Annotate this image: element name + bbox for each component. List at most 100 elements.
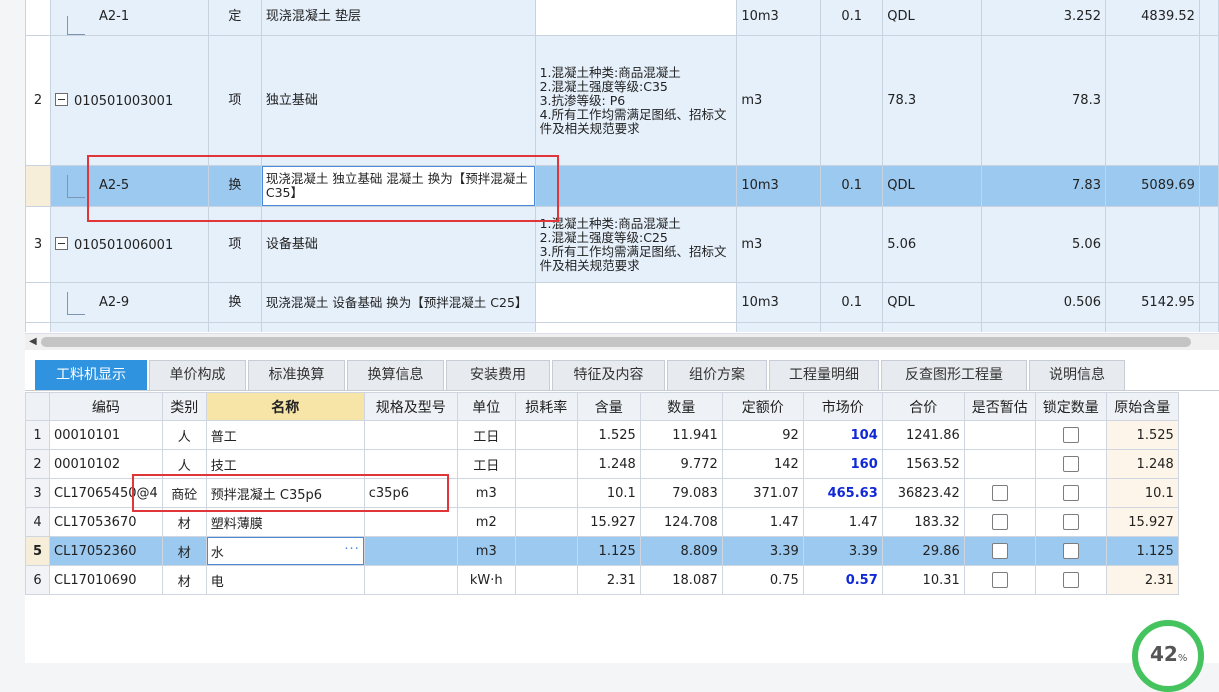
name-cell[interactable]: 现浇混凝土 垫层: [260, 0, 536, 36]
unit-cell[interactable]: m3: [456, 478, 516, 508]
qty-cell[interactable]: 8.809: [639, 536, 723, 566]
tab-pricing-plan[interactable]: 组价方案: [667, 360, 767, 390]
qty-cell[interactable]: 11.941: [639, 420, 723, 450]
bill-row[interactable]: 2 010501003001 项 独立基础 1.混凝土种类:商品混凝土 2.混凝…: [25, 35, 1219, 166]
feature-cell[interactable]: [534, 165, 738, 207]
bill-row[interactable]: A2-1 定 现浇混凝土 垫层 10m3 0.1 QDL 3.252 4839.…: [25, 0, 1219, 36]
base-price-cell[interactable]: 371.07: [721, 478, 804, 508]
content-cell[interactable]: 10.1: [576, 478, 641, 508]
expr-cell[interactable]: QDL: [882, 0, 983, 36]
qty-cell[interactable]: 78.3: [981, 35, 1106, 166]
provisional-cell[interactable]: [963, 565, 1036, 595]
type-cell[interactable]: 定: [207, 0, 262, 36]
tab-quantity-detail[interactable]: 工程量明细: [769, 360, 879, 390]
spec-cell[interactable]: c35p6: [363, 478, 458, 508]
market-price-cell[interactable]: 465.63: [802, 478, 883, 508]
category-cell[interactable]: 商砼: [161, 478, 207, 508]
tab-features[interactable]: 特征及内容: [552, 360, 665, 390]
tab-conversion-info[interactable]: 换算信息: [347, 360, 444, 390]
col-qty[interactable]: 数量: [639, 392, 723, 421]
category-cell[interactable]: 材: [161, 565, 207, 595]
col-provisional[interactable]: 是否暂估: [963, 392, 1036, 421]
type-cell[interactable]: 换: [207, 282, 262, 323]
content-cell[interactable]: 2.31: [576, 565, 641, 595]
loss-cell[interactable]: [514, 478, 578, 508]
col-category[interactable]: 类别: [161, 392, 207, 421]
unit-cell[interactable]: 10m3: [736, 165, 822, 207]
lock-qty-checkbox[interactable]: [1062, 485, 1079, 501]
horizontal-scrollbar[interactable]: ◀: [25, 333, 1219, 350]
coef-cell[interactable]: 0.1: [820, 165, 884, 207]
code-cell[interactable]: CL17065450@4: [49, 478, 163, 508]
code-cell[interactable]: A2-1: [49, 0, 209, 36]
market-price-cell[interactable]: 1.47: [802, 507, 883, 537]
unit-cell[interactable]: m3: [456, 536, 516, 566]
unit-cell[interactable]: m2: [456, 507, 516, 537]
loss-cell[interactable]: [514, 507, 578, 537]
content-cell[interactable]: 15.927: [576, 507, 641, 537]
lock-qty-cell[interactable]: [1034, 449, 1107, 479]
spec-cell[interactable]: [363, 536, 458, 566]
code-cell[interactable]: 010501006001: [49, 206, 209, 283]
name-cell[interactable]: 电: [205, 565, 365, 595]
provisional-cell[interactable]: [963, 507, 1036, 537]
material-row[interactable]: 3 CL17065450@4 商砼 预拌混凝土 C35p6 c35p6 m3 1…: [25, 478, 1179, 508]
base-price-cell[interactable]: 3.39: [721, 536, 804, 566]
feature-cell[interactable]: [534, 282, 738, 323]
unit-cell[interactable]: 工日: [456, 449, 516, 479]
code-cell[interactable]: CL17052360: [49, 536, 163, 566]
lock-qty-checkbox[interactable]: [1062, 543, 1079, 559]
qty-cell[interactable]: 3.252: [981, 0, 1106, 36]
more-icon[interactable]: ···: [344, 542, 359, 557]
tab-standard-conversion[interactable]: 标准换算: [248, 360, 345, 390]
lock-qty-checkbox[interactable]: [1062, 456, 1079, 472]
code-cell[interactable]: 00010102: [49, 449, 163, 479]
content-cell[interactable]: 1.525: [576, 420, 641, 450]
lock-qty-cell[interactable]: [1034, 565, 1107, 595]
qty-cell[interactable]: 0.506: [981, 282, 1106, 323]
expr-cell[interactable]: QDL: [882, 165, 983, 207]
market-price-cell[interactable]: 160: [802, 449, 883, 479]
lock-qty-checkbox[interactable]: [1062, 514, 1079, 530]
unit-cell[interactable]: m3: [736, 35, 822, 166]
provisional-checkbox[interactable]: [991, 572, 1008, 588]
provisional-checkbox[interactable]: [991, 485, 1008, 501]
tab-graphic-quantity[interactable]: 反查图形工程量: [881, 360, 1027, 390]
category-cell[interactable]: 人: [161, 420, 207, 450]
material-row[interactable]: 6 CL17010690 材 电 kW·h 2.31 18.087 0.75 0…: [25, 565, 1179, 595]
name-cell[interactable]: 现浇混凝土 设备基础 换为【预拌混凝土 C25】: [260, 282, 536, 323]
qty-cell[interactable]: 9.772: [639, 449, 723, 479]
progress-gauge[interactable]: 42%: [1132, 620, 1204, 692]
market-price-cell[interactable]: 3.39: [802, 536, 883, 566]
col-name[interactable]: 名称: [205, 392, 365, 421]
lock-qty-cell[interactable]: [1034, 478, 1107, 508]
unit-cell[interactable]: m3: [736, 206, 822, 283]
category-cell[interactable]: 人: [161, 449, 207, 479]
unit-cell[interactable]: kW·h: [456, 565, 516, 595]
feature-cell[interactable]: 1.混凝土种类:商品混凝土 2.混凝土强度等级:C35 3.抗渗等级: P6 4…: [534, 35, 738, 166]
bill-row[interactable]: A2-9 换 现浇混凝土 设备基础 换为【预拌混凝土 C25】 10m3 0.1…: [25, 282, 1219, 323]
qty-cell[interactable]: 5.06: [981, 206, 1106, 283]
loss-cell[interactable]: [514, 565, 578, 595]
loss-cell[interactable]: [514, 420, 578, 450]
coef-cell[interactable]: 0.1: [820, 0, 884, 36]
price-cell[interactable]: 5089.69: [1104, 165, 1200, 207]
code-cell[interactable]: A2-9: [49, 282, 209, 323]
material-row-selected[interactable]: 5 CL17052360 材 水 ··· m3 1.125 8.809 3.39 …: [25, 536, 1179, 566]
spec-cell[interactable]: [363, 507, 458, 537]
loss-cell[interactable]: [514, 536, 578, 566]
col-content[interactable]: 含量: [576, 392, 641, 421]
provisional-cell[interactable]: [963, 536, 1036, 566]
col-code[interactable]: 编码: [49, 392, 163, 421]
code-cell[interactable]: 00010101: [49, 420, 163, 450]
category-cell[interactable]: 材: [161, 507, 207, 537]
price-cell[interactable]: 4839.52: [1104, 0, 1200, 36]
code-cell[interactable]: 010501003001: [49, 35, 209, 166]
unit-cell[interactable]: 工日: [456, 420, 516, 450]
market-price-cell[interactable]: 104: [802, 420, 883, 450]
tab-notes[interactable]: 说明信息: [1029, 360, 1125, 390]
loss-cell[interactable]: [514, 449, 578, 479]
col-original-content[interactable]: 原始含量: [1105, 392, 1179, 421]
material-row[interactable]: 2 00010102 人 技工 工日 1.248 9.772 142 160 1…: [25, 449, 1179, 479]
name-cell[interactable]: 预拌混凝土 C35p6: [205, 478, 365, 508]
